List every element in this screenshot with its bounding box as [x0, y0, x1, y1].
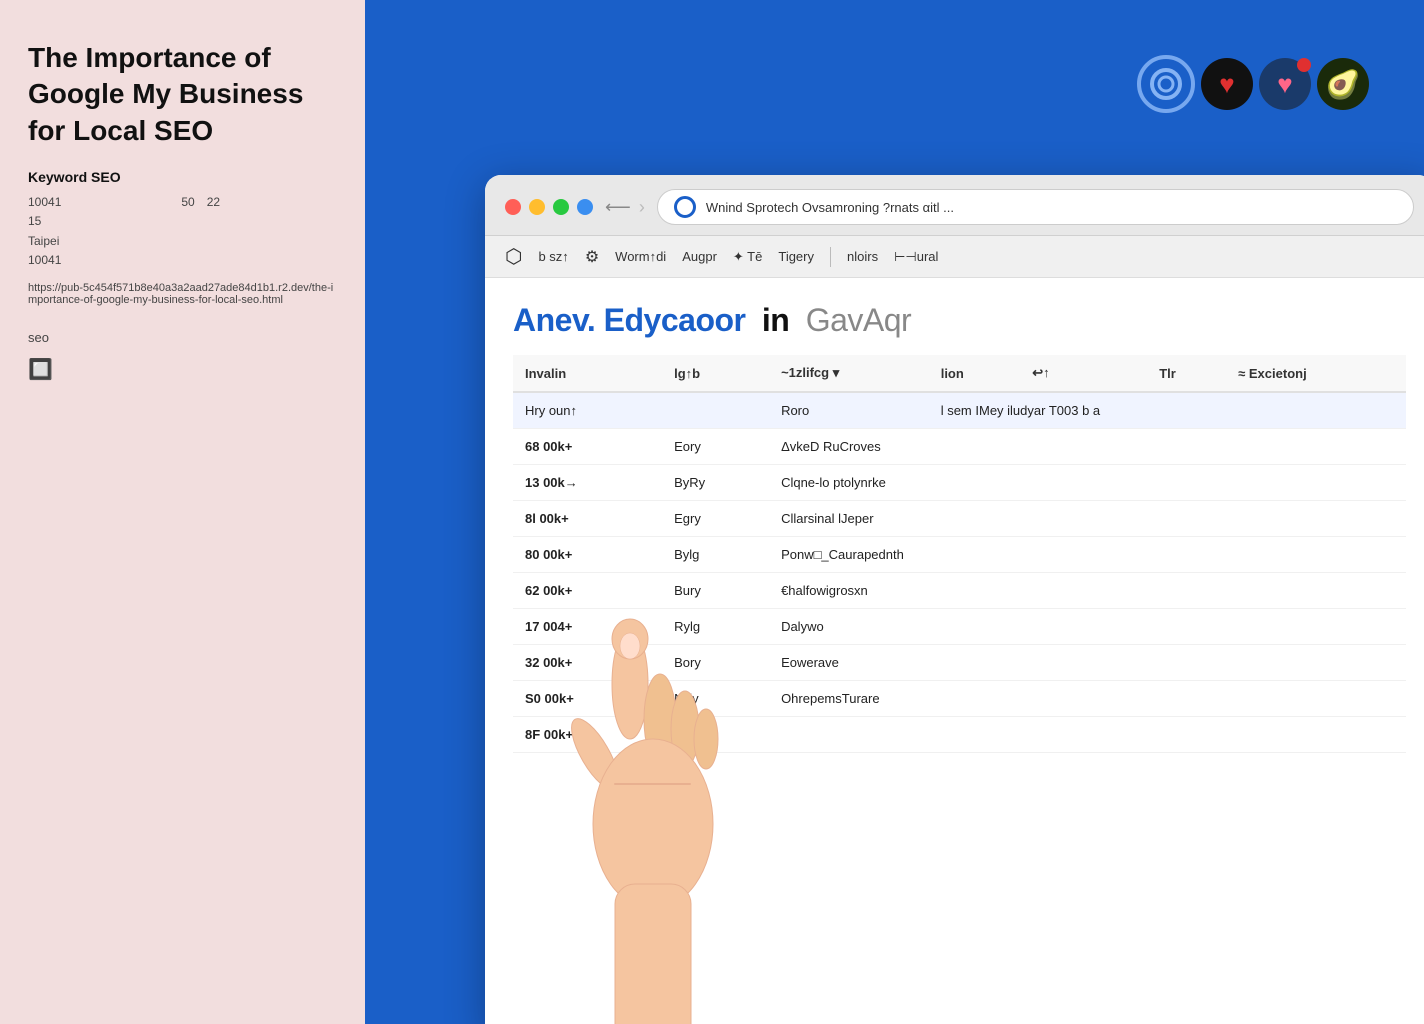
url-secure-icon [674, 196, 696, 218]
kw-6: Dalywo [769, 609, 1406, 645]
diff-2: ByRy [662, 465, 769, 501]
browser-chrome: ⟵ › Wnind Sprotech Ovsamroning ?rnats αi… [485, 175, 1424, 236]
col-empty [1101, 355, 1148, 392]
tag-label: seo [28, 330, 337, 345]
col-invalin[interactable]: Invalin [513, 355, 662, 392]
table-row: S0 00k+ Nilly OhrepemsTurare [513, 681, 1406, 717]
app-content: Anev. Edycaoor in GavAqr Invalin lg↑b ~1… [485, 278, 1424, 1024]
vol-6: 17 004+ [513, 609, 662, 645]
table-row: 80 00k+ Bylg Ponw□_Caurapednth [513, 537, 1406, 573]
minimize-button[interactable] [529, 199, 545, 215]
col-tlr[interactable]: Tlr [1147, 355, 1226, 392]
vol-5: 62 00k+ [513, 573, 662, 609]
forward-icon[interactable]: › [639, 197, 645, 218]
extra-button[interactable] [577, 199, 593, 215]
vol-9: 8F 00k+ [513, 717, 662, 753]
col-lgtb[interactable]: lg↑b [662, 355, 769, 392]
kw-1: ΔvkeD RuCroves [769, 429, 1406, 465]
browser-nav: ⟵ › [605, 197, 645, 218]
data-table: Invalin lg↑b ~1zlifcg ▾ lion ↩↑ Tlr ≈ Ex… [513, 355, 1406, 753]
toolbar-item1[interactable]: b sz↑ [538, 249, 568, 264]
heading-sub: GavAqr [806, 302, 911, 338]
toolbar-icon2[interactable]: ⚙ [585, 247, 599, 267]
col-arrow[interactable]: ↩↑ [1020, 355, 1100, 392]
table-row: 8F 00k+ [513, 717, 1406, 753]
vol-3: 8l 00k+ [513, 501, 662, 537]
maximize-button[interactable] [553, 199, 569, 215]
page-url[interactable]: https://pub-5c454f571b8e40a3a2aad27ade84… [28, 282, 337, 306]
main-area: ♥ ♥ 🥑 ⟵ › Wnind Sprotech Ovsa [365, 0, 1424, 1024]
toolbar-tiger[interactable]: Tigery [778, 249, 814, 264]
table-row: 62 00k+ Bury €halfowigrosxn [513, 573, 1406, 609]
diff-8: Nilly [662, 681, 769, 717]
diff-5: Bury [662, 573, 769, 609]
vol-4: 80 00k+ [513, 537, 662, 573]
subh-col2: Roro [769, 392, 929, 429]
kw-3: Cllarsinal lJeper [769, 501, 1406, 537]
kw-5: €halfowigrosxn [769, 573, 1406, 609]
toolbar-augpr[interactable]: Augpr [682, 249, 717, 264]
keyword-label: Keyword SEO [28, 169, 337, 185]
app-heading: Anev. Edycaoor in GavAqr [513, 302, 1406, 339]
toolbar-aural[interactable]: ⊢⊣ural [894, 249, 938, 265]
subh-col3: l sem IMey iludyar T003 b a [929, 392, 1406, 429]
diff-7: Bory [662, 645, 769, 681]
url-bar[interactable]: Wnind Sprotech Ovsamroning ?rnats αitl .… [657, 189, 1414, 225]
vol-8: S0 00k+ [513, 681, 662, 717]
avocado-icon: 🥑 [1317, 58, 1369, 110]
toolbar-icon1[interactable]: ⬡ [505, 244, 522, 269]
table-subheader: Hry oun↑ Roro l sem IMey iludyar T003 b … [513, 392, 1406, 429]
traffic-lights [505, 199, 593, 215]
col-lion[interactable]: lion [929, 355, 1021, 392]
diff-6: Rylg [662, 609, 769, 645]
outline-circle-icon [1137, 55, 1195, 113]
meta-info: 10041 50 22 15 Taipei 10041 [28, 193, 337, 270]
kw-4: Ponw□_Caurapednth [769, 537, 1406, 573]
table-row: 8l 00k+ Egry Cllarsinal lJeper [513, 501, 1406, 537]
col-excie[interactable]: ≈ Excietonj [1226, 355, 1406, 392]
vol-1: 68 00k+ [513, 429, 662, 465]
diff-9 [662, 717, 769, 753]
kw-2: Clqne-lo ptolynrke [769, 465, 1406, 501]
toolbar-nloirs[interactable]: nloirs [847, 249, 878, 264]
toolbar-te[interactable]: ✦ Tē [733, 249, 762, 265]
url-text: Wnind Sprotech Ovsamroning ?rnats αitl .… [706, 200, 954, 215]
heading-blue: Anev. Edycaoor [513, 302, 745, 338]
diff-4: Bylg [662, 537, 769, 573]
heart2-icon: ♥ [1259, 58, 1311, 110]
browser-window: ⟵ › Wnind Sprotech Ovsamroning ?rnats αi… [485, 175, 1424, 1024]
top-icons: ♥ ♥ 🥑 [1137, 55, 1369, 113]
table-row: 32 00k+ Bory Eowerave [513, 645, 1406, 681]
tag-icon: 🔲 [28, 357, 337, 382]
back-icon[interactable]: ⟵ [605, 197, 631, 218]
heading-black: in [762, 302, 789, 338]
table-row: 68 00k+ Eory ΔvkeD RuCroves [513, 429, 1406, 465]
heart-icon: ♥ [1201, 58, 1253, 110]
diff-1: Eory [662, 429, 769, 465]
page-title: The Importance of Google My Business for… [28, 40, 337, 149]
sidebar: The Importance of Google My Business for… [0, 0, 365, 1024]
app-toolbar: ⬡ b sz↑ ⚙ Worm↑di Augpr ✦ Tē Tigery nlo [485, 236, 1424, 278]
vol-7: 32 00k+ [513, 645, 662, 681]
toolbar-separator [830, 247, 831, 267]
toolbar-worm[interactable]: Worm↑di [615, 249, 666, 264]
diff-3: Egry [662, 501, 769, 537]
notification-dot [1297, 58, 1311, 72]
subh-col1: Hry oun↑ [513, 392, 769, 429]
kw-7: Eowerave [769, 645, 1406, 681]
kw-8: OhrepemsTurare [769, 681, 1406, 717]
table-row: 13 00k→ ByRy Clqne-lo ptolynrke [513, 465, 1406, 501]
table-header-row: Invalin lg↑b ~1zlifcg ▾ lion ↩↑ Tlr ≈ Ex… [513, 355, 1406, 392]
close-button[interactable] [505, 199, 521, 215]
col-lifcg[interactable]: ~1zlifcg ▾ [769, 355, 929, 392]
table-row: 17 004+ Rylg Dalywo [513, 609, 1406, 645]
vol-2: 13 00k→ [513, 465, 662, 501]
kw-9 [769, 717, 1406, 753]
